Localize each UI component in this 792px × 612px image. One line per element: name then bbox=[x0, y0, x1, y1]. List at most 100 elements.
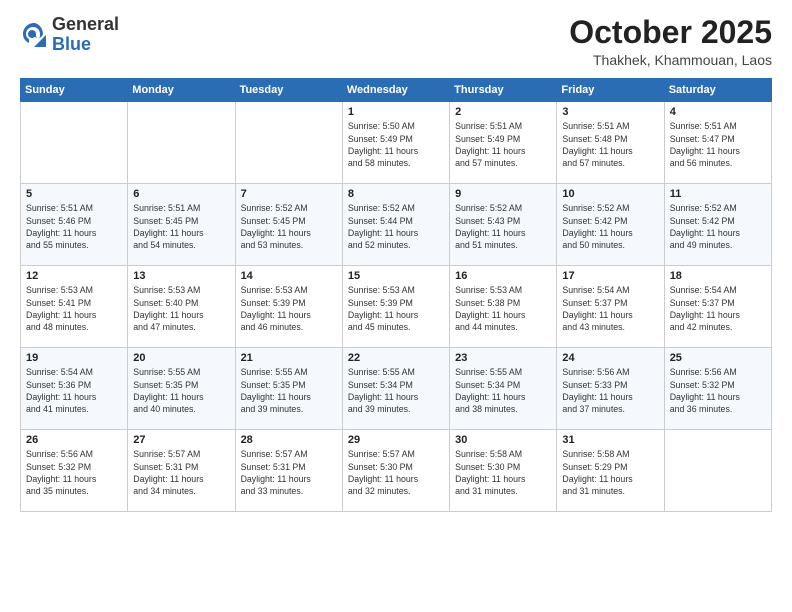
day-info: Sunrise: 5:52 AMSunset: 5:44 PMDaylight:… bbox=[348, 202, 444, 251]
logo: General Blue bbox=[20, 15, 119, 55]
day-number: 31 bbox=[562, 434, 658, 446]
calendar-cell: 10Sunrise: 5:52 AMSunset: 5:42 PMDayligh… bbox=[557, 184, 664, 266]
day-of-week-header: Monday bbox=[128, 79, 235, 102]
calendar-header-row: SundayMondayTuesdayWednesdayThursdayFrid… bbox=[21, 79, 772, 102]
calendar-cell: 30Sunrise: 5:58 AMSunset: 5:30 PMDayligh… bbox=[450, 430, 557, 512]
day-info: Sunrise: 5:55 AMSunset: 5:34 PMDaylight:… bbox=[348, 366, 444, 415]
day-info: Sunrise: 5:50 AMSunset: 5:49 PMDaylight:… bbox=[348, 120, 444, 169]
logo-icon bbox=[20, 21, 48, 49]
calendar-cell: 31 Sunrise: 5:58 AMSunset: 5:29 PMDayligh… bbox=[557, 430, 664, 512]
calendar-table: SundayMondayTuesdayWednesdayThursdayFrid… bbox=[20, 78, 772, 512]
day-number: 12 bbox=[26, 270, 122, 282]
day-info: Sunrise: 5:55 AMSunset: 5:35 PMDaylight:… bbox=[133, 366, 229, 415]
logo-general-text: General bbox=[52, 14, 119, 34]
day-number: 17 bbox=[562, 270, 658, 282]
day-number: 6 bbox=[133, 188, 229, 200]
day-number: 14 bbox=[241, 270, 337, 282]
day-info: Sunrise: 5:56 AMSunset: 5:32 PMDaylight:… bbox=[26, 448, 122, 497]
calendar-cell: 26 Sunrise: 5:56 AMSunset: 5:32 PMDayligh… bbox=[21, 430, 128, 512]
location-title: Thakhek, Khammouan, Laos bbox=[569, 52, 772, 68]
day-info: Sunrise: 5:51 AMSunset: 5:48 PMDaylight:… bbox=[562, 120, 658, 169]
day-number: 5 bbox=[26, 188, 122, 200]
calendar-cell: 16 Sunrise: 5:53 AMSunset: 5:38 PMDayligh… bbox=[450, 266, 557, 348]
day-of-week-header: Saturday bbox=[664, 79, 771, 102]
day-info: Sunrise: 5:54 AMSunset: 5:37 PMDaylight:… bbox=[562, 284, 658, 333]
day-of-week-header: Thursday bbox=[450, 79, 557, 102]
calendar-cell: 22Sunrise: 5:55 AMSunset: 5:34 PMDayligh… bbox=[342, 348, 449, 430]
calendar-cell: 9Sunrise: 5:52 AMSunset: 5:43 PMDaylight… bbox=[450, 184, 557, 266]
day-number: 4 bbox=[670, 106, 766, 118]
day-number: 13 bbox=[133, 270, 229, 282]
day-info: Sunrise: 5:53 AMSunset: 5:39 PMDaylight:… bbox=[241, 284, 337, 333]
calendar-cell: 18 Sunrise: 5:54 AMSunset: 5:37 PMDayligh… bbox=[664, 266, 771, 348]
day-info: Sunrise: 5:53 AMSunset: 5:41 PMDaylight:… bbox=[26, 284, 122, 333]
day-number: 18 bbox=[670, 270, 766, 282]
logo-text: General Blue bbox=[52, 15, 119, 55]
day-info: Sunrise: 5:57 AMSunset: 5:31 PMDaylight:… bbox=[241, 448, 337, 497]
calendar-cell: 1 Sunrise: 5:50 AMSunset: 5:49 PMDaylight… bbox=[342, 102, 449, 184]
day-info: Sunrise: 5:53 AMSunset: 5:40 PMDaylight:… bbox=[133, 284, 229, 333]
day-number: 30 bbox=[455, 434, 551, 446]
calendar-week-row: 5 Sunrise: 5:51 AMSunset: 5:46 PMDaylight… bbox=[21, 184, 772, 266]
day-info: Sunrise: 5:51 AMSunset: 5:46 PMDaylight:… bbox=[26, 202, 122, 251]
day-info: Sunrise: 5:52 AMSunset: 5:42 PMDaylight:… bbox=[562, 202, 658, 251]
day-info: Sunrise: 5:51 AMSunset: 5:45 PMDaylight:… bbox=[133, 202, 229, 251]
calendar-cell: 13 Sunrise: 5:53 AMSunset: 5:40 PMDayligh… bbox=[128, 266, 235, 348]
day-info: Sunrise: 5:54 AMSunset: 5:37 PMDaylight:… bbox=[670, 284, 766, 333]
calendar-cell: 2Sunrise: 5:51 AMSunset: 5:49 PMDaylight… bbox=[450, 102, 557, 184]
day-info: Sunrise: 5:52 AMSunset: 5:42 PMDaylight:… bbox=[670, 202, 766, 251]
logo-blue-text: Blue bbox=[52, 34, 91, 54]
day-number: 7 bbox=[241, 188, 337, 200]
day-number: 1 bbox=[348, 106, 444, 118]
day-info: Sunrise: 5:54 AMSunset: 5:36 PMDaylight:… bbox=[26, 366, 122, 415]
calendar-cell: 24 Sunrise: 5:56 AMSunset: 5:33 PMDayligh… bbox=[557, 348, 664, 430]
calendar-cell bbox=[128, 102, 235, 184]
calendar-cell bbox=[664, 430, 771, 512]
day-number: 28 bbox=[241, 434, 337, 446]
calendar-cell: 3Sunrise: 5:51 AMSunset: 5:48 PMDaylight… bbox=[557, 102, 664, 184]
day-of-week-header: Friday bbox=[557, 79, 664, 102]
month-title: October 2025 bbox=[569, 15, 772, 50]
day-info: Sunrise: 5:57 AMSunset: 5:30 PMDaylight:… bbox=[348, 448, 444, 497]
calendar-cell: 21Sunrise: 5:55 AMSunset: 5:35 PMDayligh… bbox=[235, 348, 342, 430]
day-number: 9 bbox=[455, 188, 551, 200]
day-number: 24 bbox=[562, 352, 658, 364]
day-info: Sunrise: 5:58 AMSunset: 5:29 PMDaylight:… bbox=[562, 448, 658, 497]
calendar-cell bbox=[21, 102, 128, 184]
calendar-cell: 6 Sunrise: 5:51 AMSunset: 5:45 PMDaylight… bbox=[128, 184, 235, 266]
day-info: Sunrise: 5:51 AMSunset: 5:47 PMDaylight:… bbox=[670, 120, 766, 169]
calendar-cell: 4 Sunrise: 5:51 AMSunset: 5:47 PMDaylight… bbox=[664, 102, 771, 184]
day-info: Sunrise: 5:55 AMSunset: 5:34 PMDaylight:… bbox=[455, 366, 551, 415]
day-number: 16 bbox=[455, 270, 551, 282]
day-number: 27 bbox=[133, 434, 229, 446]
day-number: 20 bbox=[133, 352, 229, 364]
day-info: Sunrise: 5:56 AMSunset: 5:33 PMDaylight:… bbox=[562, 366, 658, 415]
calendar-week-row: 12 Sunrise: 5:53 AMSunset: 5:41 PMDayligh… bbox=[21, 266, 772, 348]
calendar-cell: 19 Sunrise: 5:54 AMSunset: 5:36 PMDayligh… bbox=[21, 348, 128, 430]
calendar-cell: 23 Sunrise: 5:55 AMSunset: 5:34 PMDayligh… bbox=[450, 348, 557, 430]
calendar-cell: 11 Sunrise: 5:52 AMSunset: 5:42 PMDayligh… bbox=[664, 184, 771, 266]
day-of-week-header: Sunday bbox=[21, 79, 128, 102]
day-info: Sunrise: 5:53 AMSunset: 5:38 PMDaylight:… bbox=[455, 284, 551, 333]
day-number: 19 bbox=[26, 352, 122, 364]
day-number: 8 bbox=[348, 188, 444, 200]
calendar-week-row: 1 Sunrise: 5:50 AMSunset: 5:49 PMDaylight… bbox=[21, 102, 772, 184]
calendar-cell: 29 Sunrise: 5:57 AMSunset: 5:30 PMDayligh… bbox=[342, 430, 449, 512]
calendar-cell: 15Sunrise: 5:53 AMSunset: 5:39 PMDayligh… bbox=[342, 266, 449, 348]
calendar-cell: 5 Sunrise: 5:51 AMSunset: 5:46 PMDaylight… bbox=[21, 184, 128, 266]
calendar-cell: 28 Sunrise: 5:57 AMSunset: 5:31 PMDayligh… bbox=[235, 430, 342, 512]
day-number: 15 bbox=[348, 270, 444, 282]
calendar-cell: 14 Sunrise: 5:53 AMSunset: 5:39 PMDayligh… bbox=[235, 266, 342, 348]
day-number: 23 bbox=[455, 352, 551, 364]
day-of-week-header: Wednesday bbox=[342, 79, 449, 102]
day-number: 29 bbox=[348, 434, 444, 446]
calendar-week-row: 26 Sunrise: 5:56 AMSunset: 5:32 PMDayligh… bbox=[21, 430, 772, 512]
calendar-cell: 7 Sunrise: 5:52 AMSunset: 5:45 PMDaylight… bbox=[235, 184, 342, 266]
calendar-cell: 20 Sunrise: 5:55 AMSunset: 5:35 PMDayligh… bbox=[128, 348, 235, 430]
calendar-cell: 12 Sunrise: 5:53 AMSunset: 5:41 PMDayligh… bbox=[21, 266, 128, 348]
day-info: Sunrise: 5:55 AMSunset: 5:35 PMDaylight:… bbox=[241, 366, 337, 415]
day-number: 11 bbox=[670, 188, 766, 200]
day-number: 26 bbox=[26, 434, 122, 446]
calendar-week-row: 19 Sunrise: 5:54 AMSunset: 5:36 PMDayligh… bbox=[21, 348, 772, 430]
day-info: Sunrise: 5:52 AMSunset: 5:45 PMDaylight:… bbox=[241, 202, 337, 251]
